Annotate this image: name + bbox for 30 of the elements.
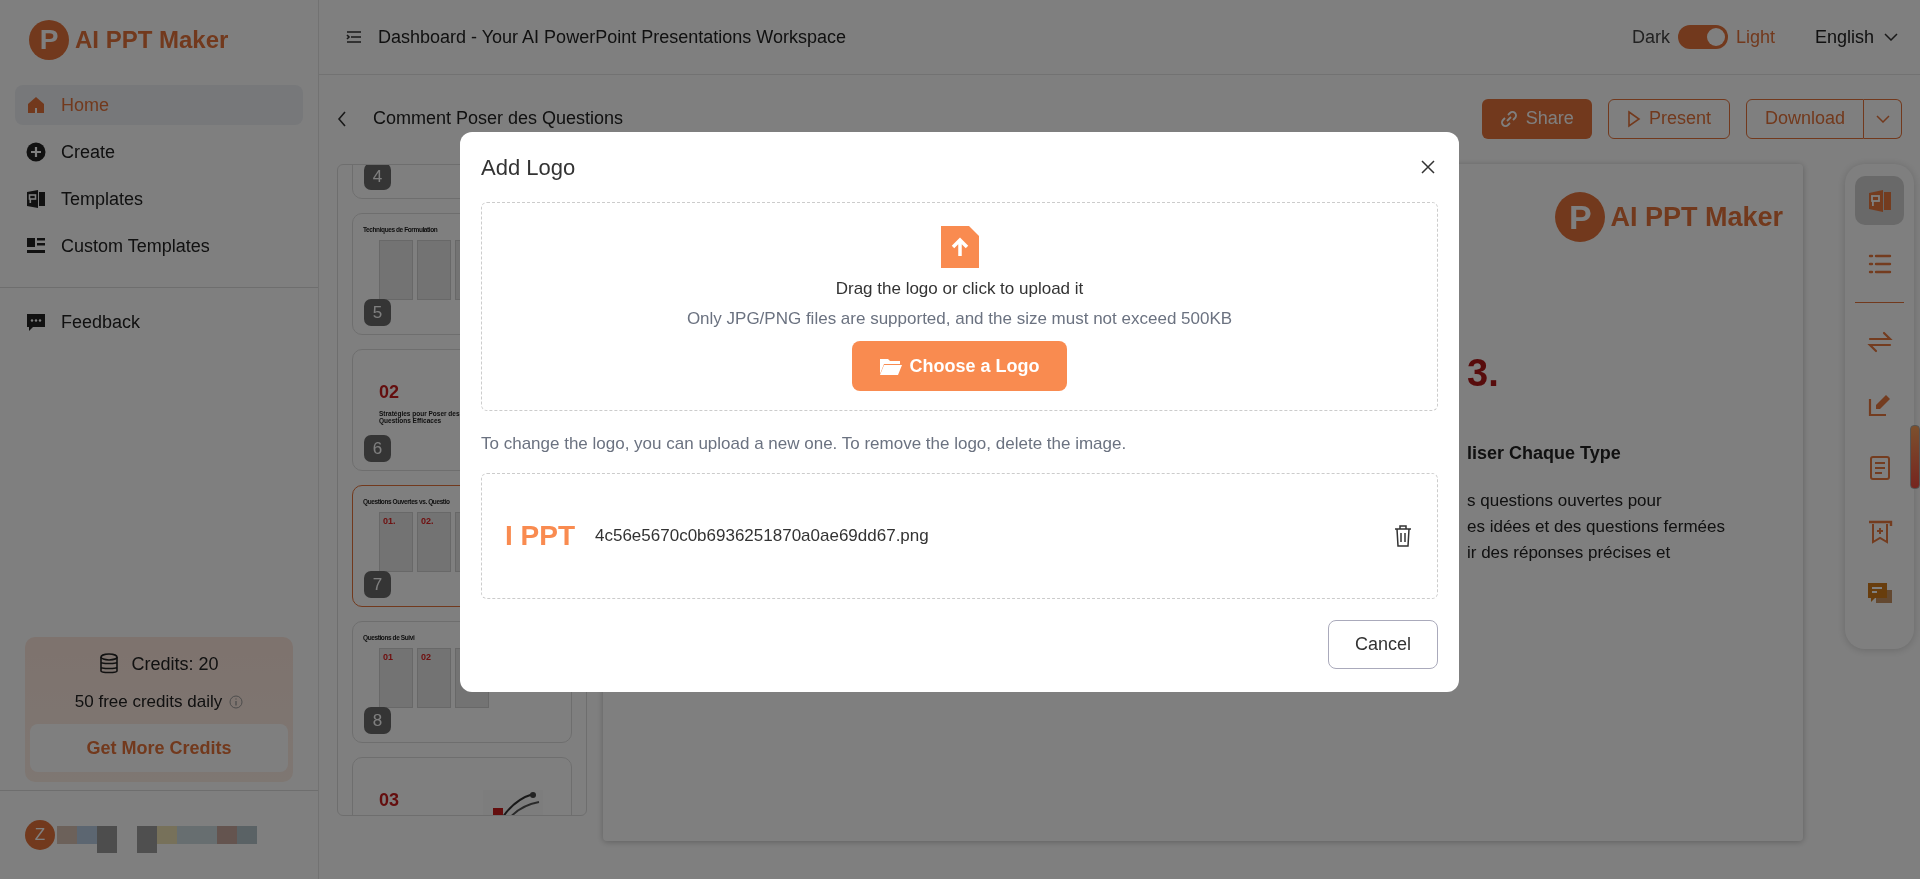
- slide-number: 7: [364, 571, 391, 598]
- logo-mark: P: [1555, 192, 1606, 242]
- dialog-title: Add Logo: [481, 155, 576, 181]
- column-label: 02.: [421, 516, 435, 526]
- slide-number-heading: 3.: [1467, 352, 1500, 395]
- slide-text: es idées et des questions fermées: [1467, 516, 1726, 538]
- slide-number: 5: [364, 299, 391, 326]
- logo-text: AI PPT Maker: [75, 26, 229, 54]
- logo-mark: P: [29, 20, 69, 60]
- slide-number: 6: [364, 435, 391, 462]
- logo-text: AI PPT Maker: [1610, 201, 1783, 233]
- slide-number: 8: [364, 707, 391, 734]
- slide-text: s questions ouvertes pour: [1467, 490, 1663, 512]
- section-number: 02: [379, 382, 400, 403]
- column-label: 01: [383, 652, 394, 662]
- credits-note: 50 free credits daily: [74, 692, 223, 712]
- slide-number: 4: [364, 165, 391, 190]
- logo-preview: I PPT: [505, 520, 575, 552]
- upload-hint: Only JPG/PNG files are supported, and the size must not exceed 500KB: [686, 309, 1233, 329]
- file-name: 4c56e5670c0b6936251870a0ae69dd67.png: [595, 526, 930, 546]
- upload-prompt: Drag the logo or click to upload it: [835, 279, 1084, 299]
- page-title: Dashboard - Your AI PowerPoint Presentations Workspace: [378, 26, 847, 48]
- column-label: 01.: [383, 516, 397, 526]
- slide-heading: liser Chaque Type: [1467, 443, 1622, 464]
- presentation-title: Comment Poser des Questions: [373, 108, 625, 129]
- slide-text: ir des réponses précises et: [1467, 542, 1672, 564]
- section-number: 03: [379, 790, 400, 811]
- column-label: 02: [421, 652, 432, 662]
- logo-info-text: To change the logo, you can upload a new one. To remove the logo, delete the image.: [481, 434, 1128, 454]
- credits-balance: Credits: 20: [131, 653, 219, 675]
